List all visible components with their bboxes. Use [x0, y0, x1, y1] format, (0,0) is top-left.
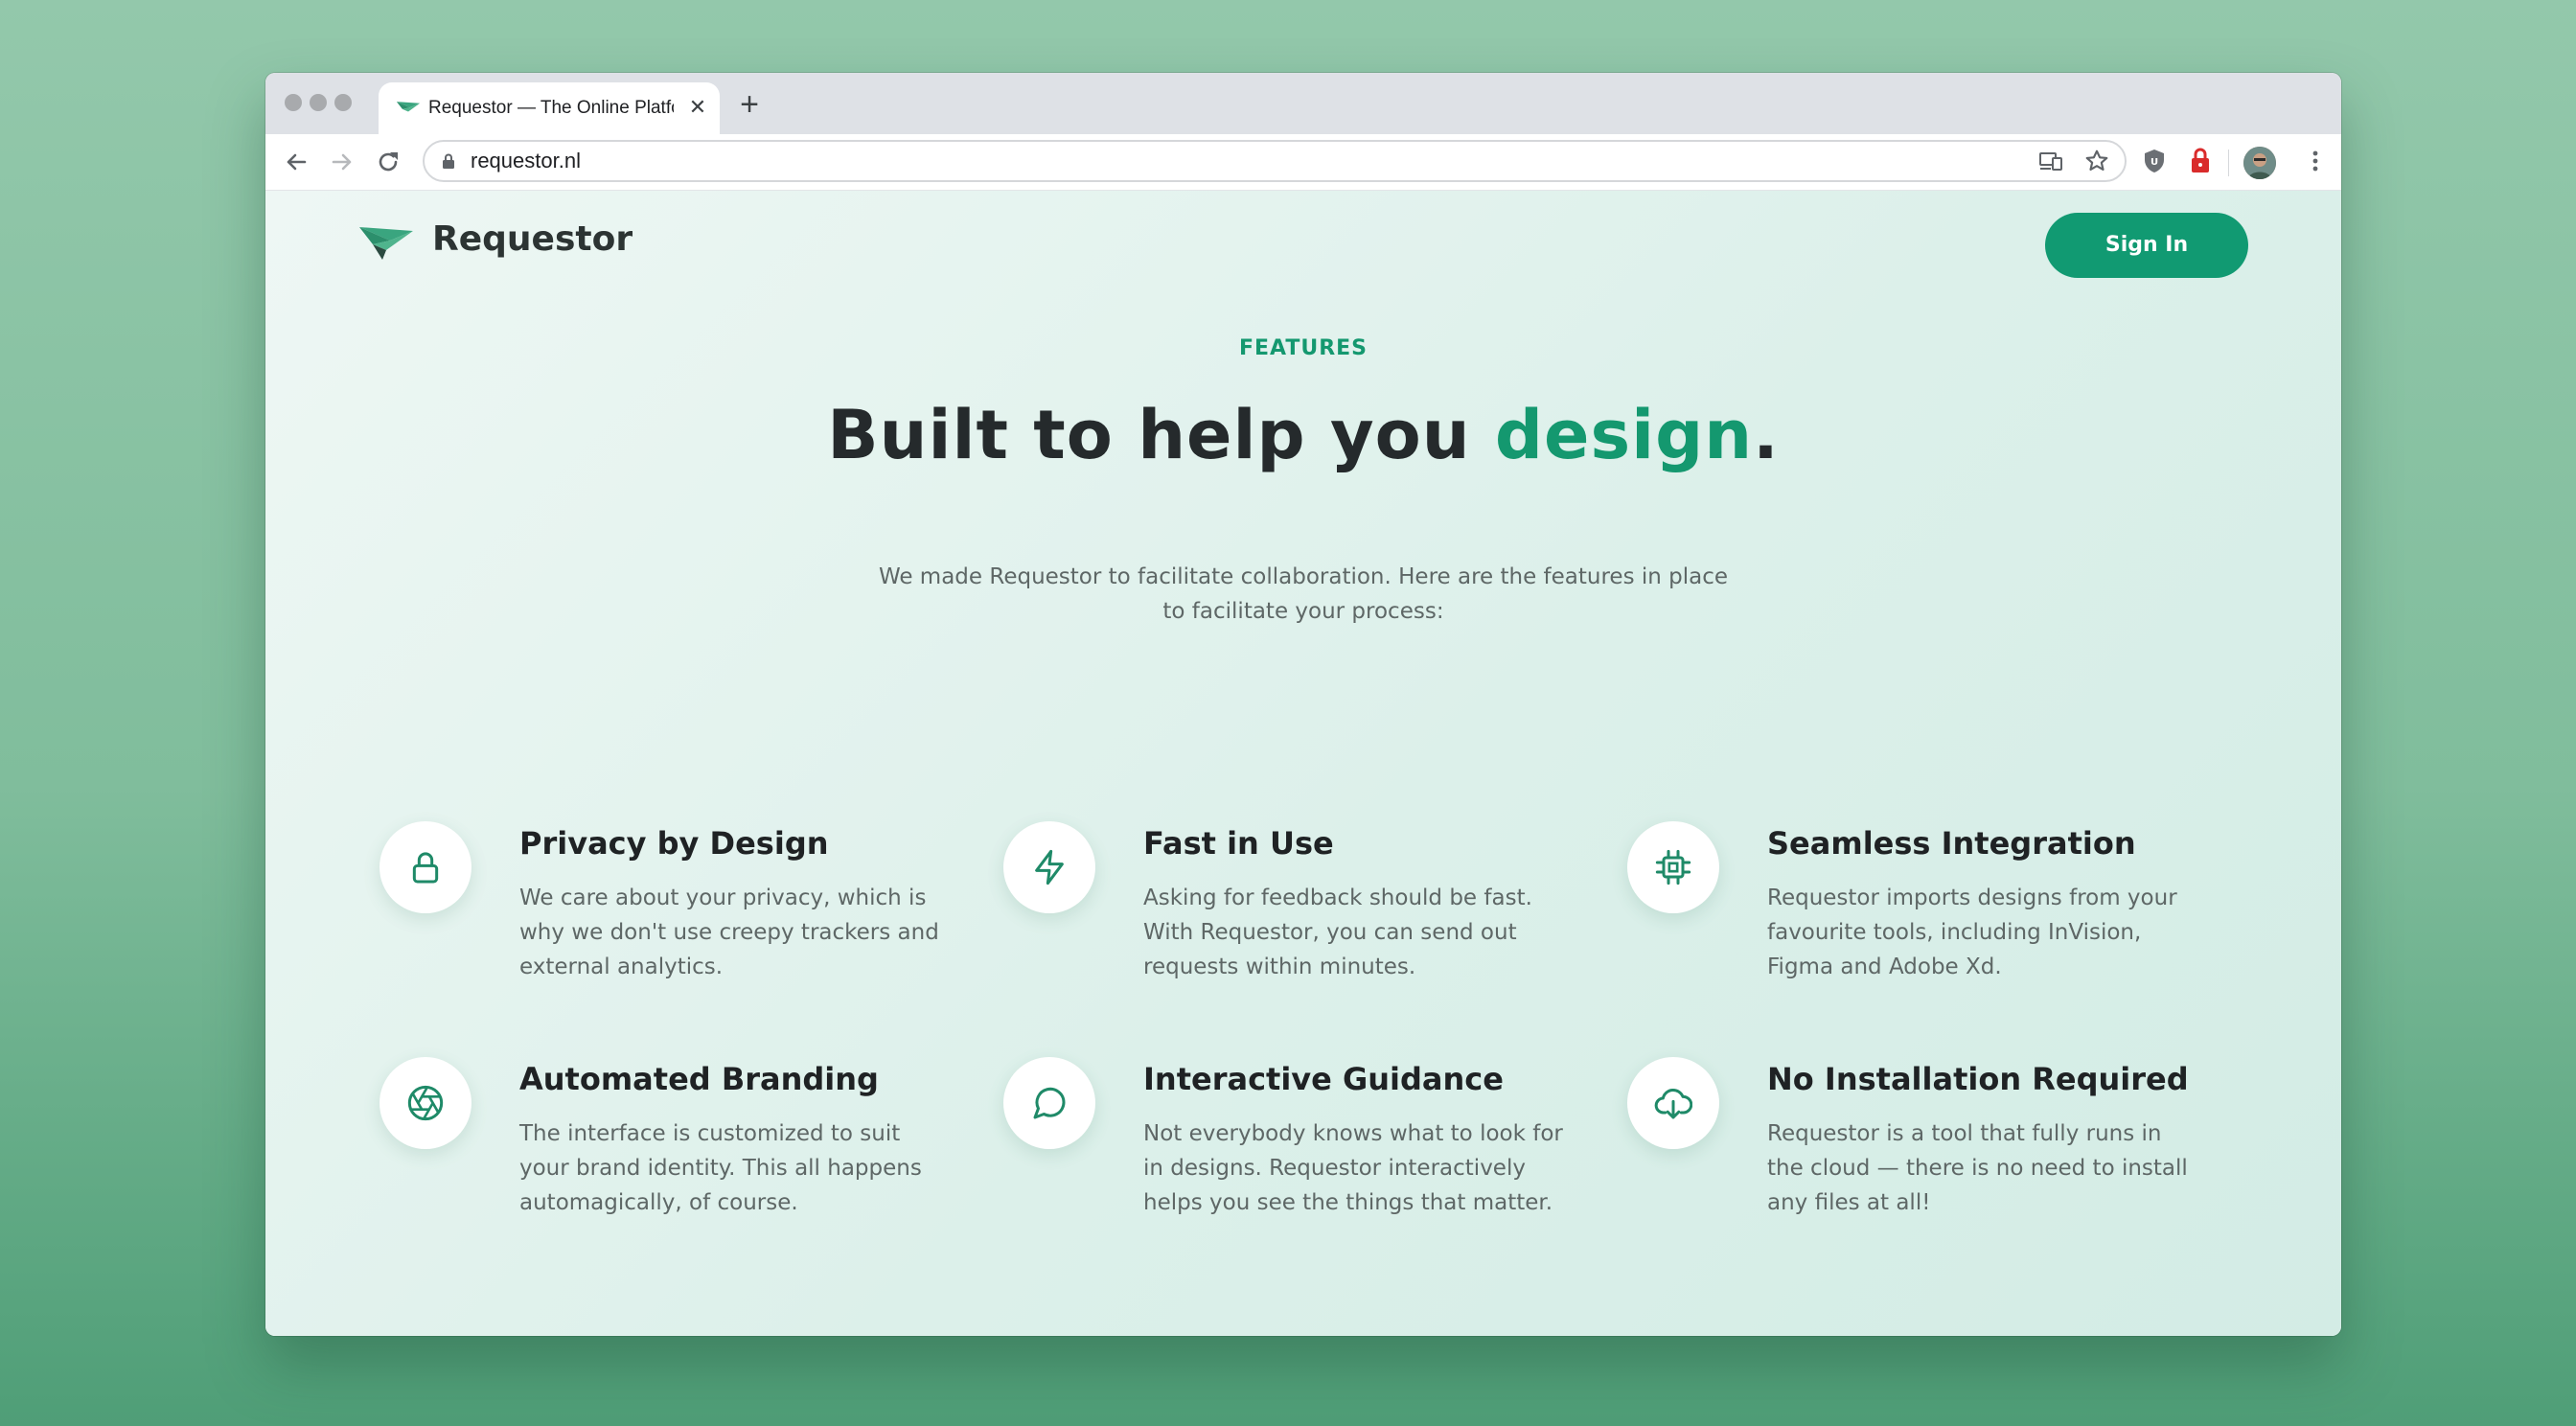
headline-suffix: .: [1753, 396, 1780, 474]
section-eyebrow: FEATURES: [1238, 336, 1368, 360]
cast-device-icon[interactable]: [2038, 150, 2063, 172]
requestor-favicon-icon: [396, 102, 421, 112]
feature-no-installation: No Installation Required Requestor is a …: [1627, 1057, 2189, 1239]
secure-lock-icon: [443, 153, 454, 169]
feature-title: Automated Branding: [519, 1061, 879, 1097]
window-close-dot[interactable]: [285, 94, 302, 111]
lock-icon: [412, 852, 439, 884]
feature-guidance: Interactive Guidance Not everybody knows…: [1003, 1057, 1563, 1239]
feature-privacy: Privacy by Design We care about your pri…: [380, 821, 939, 1003]
feature-title: No Installation Required: [1767, 1061, 2189, 1097]
feature-description: Not everybody knows what to look for in …: [1143, 1121, 1563, 1215]
feature-icon-circle: [1003, 821, 1095, 913]
feature-title: Seamless Integration: [1767, 825, 2136, 862]
new-tab-button[interactable]: +: [735, 88, 764, 121]
feature-fast: Fast in Use Asking for feedback should b…: [1003, 821, 1540, 1003]
feature-title: Interactive Guidance: [1143, 1061, 1504, 1097]
browser-menu-icon[interactable]: [2299, 145, 2332, 177]
tab-strip: Requestor — The Online Platfo ✕ +: [265, 73, 2341, 134]
feature-description: Requestor is a tool that fully runs in t…: [1767, 1121, 2188, 1215]
tab-close-icon[interactable]: ✕: [687, 98, 708, 119]
feature-icon-circle: [1003, 1057, 1095, 1149]
browser-tab[interactable]: Requestor — The Online Platfo ✕: [379, 82, 720, 134]
feature-icon-circle: [380, 821, 472, 913]
address-bar[interactable]: requestor.nl: [423, 140, 2127, 182]
feature-description: Requestor imports designs from your favo…: [1767, 886, 2177, 979]
forward-arrow-icon[interactable]: [327, 147, 357, 177]
url-text[interactable]: requestor.nl: [471, 142, 581, 180]
avatar-image-icon: [2243, 147, 2276, 179]
requestor-logo-icon[interactable]: [357, 221, 415, 264]
shield-extension-icon[interactable]: U: [2138, 145, 2171, 177]
headline-accent: design: [1494, 396, 1754, 474]
tab-title: Requestor — The Online Platfo: [428, 98, 674, 118]
chip-icon: [1655, 849, 1691, 886]
chat-bubble-icon: [1033, 1087, 1066, 1119]
feature-description: We care about your privacy, which is why…: [519, 886, 939, 979]
brand-name[interactable]: Requestor: [432, 219, 632, 259]
feature-icon-circle: [1627, 1057, 1719, 1149]
feature-description: The interface is customized to suit your…: [519, 1121, 922, 1215]
toolbar-divider: [2228, 150, 2229, 176]
lightning-icon: [1035, 849, 1064, 886]
feature-icon-circle: [1627, 821, 1719, 913]
cloud-download-icon: [1654, 1088, 1692, 1119]
aperture-icon: [407, 1085, 444, 1121]
browser-window: Requestor — The Online Platfo ✕ + reques…: [265, 73, 2341, 1336]
feature-title: Fast in Use: [1143, 825, 1334, 862]
browser-toolbar: requestor.nl U: [265, 134, 2341, 191]
page-headline: Built to help you design.: [265, 396, 2341, 474]
feature-integration: Seamless Integration Requestor imports d…: [1627, 821, 2177, 1003]
window-minimize-dot[interactable]: [310, 94, 327, 111]
profile-avatar[interactable]: [2243, 147, 2276, 179]
password-lock-extension-icon[interactable]: [2184, 145, 2217, 177]
feature-title: Privacy by Design: [519, 825, 829, 862]
reload-icon[interactable]: [373, 147, 403, 177]
svg-text:U: U: [2150, 157, 2158, 168]
feature-description: Asking for feedback should be fast. With…: [1143, 886, 1532, 979]
headline-prefix: Built to help you: [827, 396, 1495, 474]
sign-in-button[interactable]: Sign In: [2045, 213, 2248, 278]
feature-icon-circle: [380, 1057, 472, 1149]
feature-branding: Automated Branding The interface is cust…: [380, 1057, 922, 1239]
bookmark-star-icon[interactable]: [2084, 149, 2109, 173]
back-arrow-icon[interactable]: [281, 147, 311, 177]
window-zoom-dot[interactable]: [334, 94, 352, 111]
intro-paragraph: We made Requestor to facilitate collabor…: [878, 564, 1729, 624]
page-content: Requestor Sign In FEATURES Built to help…: [265, 191, 2341, 1336]
